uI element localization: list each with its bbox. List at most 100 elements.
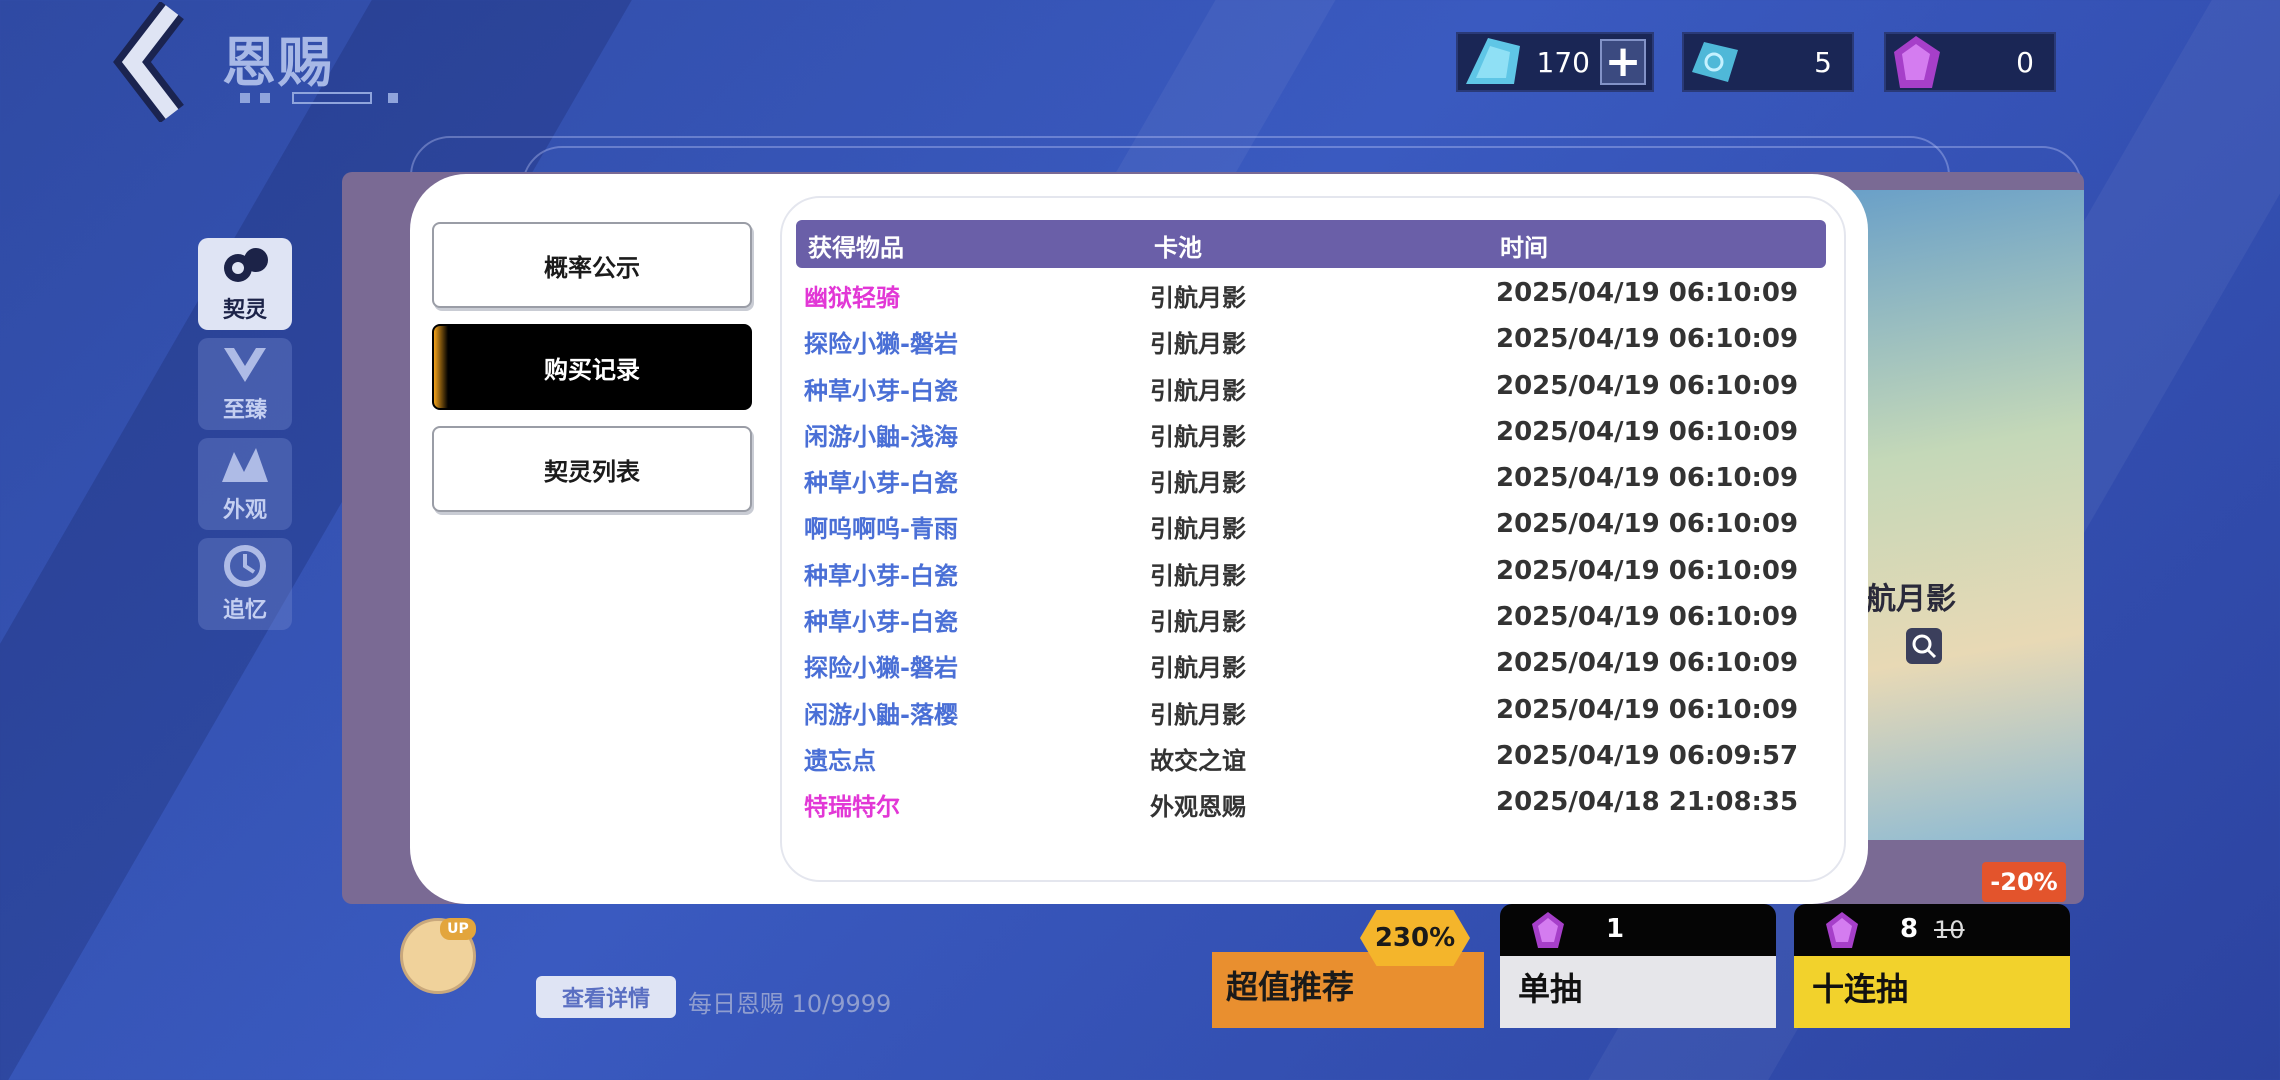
- row-time: 2025/04/19 06:10:09: [1496, 694, 1799, 725]
- row-item: 探险小獭-磐岩: [804, 654, 958, 683]
- row-item: 种草小芽-白瓷: [804, 561, 958, 590]
- blue-crystal-icon: [1458, 32, 1520, 92]
- category-tab-supreme[interactable]: 至臻: [198, 338, 292, 430]
- back-button[interactable]: [112, 0, 202, 124]
- currency-ticket-value: 5: [1814, 45, 1832, 79]
- table-row: 种草小芽-白瓷 引航月影 2025/04/19 06:10:09: [782, 592, 1844, 638]
- daily-gift-counter: 每日恩赐 10/9999: [688, 990, 892, 1018]
- row-pool: 引航月影: [1150, 515, 1246, 544]
- banner-art: [1850, 190, 2084, 840]
- title-decoration: [240, 90, 405, 108]
- row-pool: 故交之谊: [1150, 746, 1246, 775]
- row-pool: 引航月影: [1150, 700, 1246, 729]
- menu-purchase-history[interactable]: 购买记录: [432, 324, 752, 410]
- row-time: 2025/04/19 06:10:09: [1496, 463, 1799, 494]
- page-title: 恩赐: [222, 31, 334, 94]
- row-pool: 引航月影: [1150, 608, 1246, 637]
- recommend-label: 超值推荐: [1226, 968, 1355, 1006]
- contract-spirit-icon: [224, 248, 268, 282]
- currency-gem: 0: [1884, 32, 2056, 92]
- row-time: 2025/04/19 06:10:09: [1496, 555, 1799, 586]
- row-time: 2025/04/19 06:10:09: [1496, 416, 1799, 447]
- row-item: 啊呜啊呜-青雨: [804, 515, 958, 544]
- row-time: 2025/04/19 06:10:09: [1496, 602, 1799, 633]
- row-pool: 引航月影: [1150, 376, 1246, 405]
- category-tab-recollection[interactable]: 追忆: [198, 538, 292, 630]
- table-row: 种草小芽-白瓷 引航月影 2025/04/19 06:10:09: [782, 453, 1844, 499]
- category-label: 至臻: [222, 398, 267, 423]
- appearance-icon: [222, 448, 268, 482]
- ten-draw-label: 十连抽: [1812, 970, 1909, 1008]
- table-row: 种草小芽-白瓷 引航月影 2025/04/19 06:10:09: [782, 546, 1844, 592]
- menu-label: 购买记录: [544, 355, 640, 384]
- purple-gem-icon: [1826, 912, 1858, 948]
- search-button[interactable]: [1906, 628, 1942, 664]
- search-icon: [1912, 634, 1937, 659]
- currency-gem-value: 0: [2016, 45, 2034, 79]
- banner-text: 航月影: [1866, 582, 1956, 617]
- table-row: 遗忘点 故交之谊 2025/04/19 06:09:57: [782, 731, 1844, 777]
- table-row: 探险小獭-磐岩 引航月影 2025/04/19 06:10:09: [782, 314, 1844, 360]
- menu-probability[interactable]: 概率公示: [432, 222, 752, 308]
- row-time: 2025/04/19 06:10:09: [1496, 370, 1799, 401]
- row-pool: 引航月影: [1150, 561, 1246, 590]
- row-pool: 引航月影: [1150, 654, 1246, 683]
- category-tab-contract-spirit[interactable]: 契灵: [198, 238, 292, 330]
- table-header: 获得物品 卡池 时间: [796, 220, 1826, 268]
- table-row: 闲游小鼬-落樱 引航月影 2025/04/19 06:10:09: [782, 685, 1844, 731]
- category-label: 外观: [222, 498, 267, 523]
- purple-gem-icon: [1886, 32, 1948, 92]
- row-pool: 引航月影: [1150, 469, 1246, 498]
- ten-draw-button[interactable]: 8 10 十连抽: [1794, 904, 2070, 1028]
- menu-label: 概率公示: [544, 253, 640, 282]
- table-row: 探险小獭-磐岩 引航月影 2025/04/19 06:10:09: [782, 638, 1844, 684]
- row-time: 2025/04/19 06:10:09: [1496, 509, 1799, 540]
- row-time: 2025/04/19 06:09:57: [1496, 740, 1799, 771]
- ten-draw-original-cost: 10: [1934, 916, 1965, 944]
- row-pool: 外观恩赐: [1150, 793, 1246, 822]
- category-label: 契灵: [222, 298, 267, 323]
- up-badge: UP: [440, 918, 476, 940]
- category-tab-appearance[interactable]: 外观: [198, 438, 292, 530]
- discount-badge: -20%: [1982, 862, 2066, 902]
- row-item: 种草小芽-白瓷: [804, 376, 958, 405]
- table-row: 啊呜啊呜-青雨 引航月影 2025/04/19 06:10:09: [782, 499, 1844, 545]
- currency-ticket: 5: [1682, 32, 1854, 92]
- row-item: 闲游小鼬-落樱: [804, 700, 958, 729]
- recommend-badge: 230%: [1360, 910, 1470, 966]
- plus-icon: +: [1604, 36, 1642, 87]
- recollection-icon: [224, 545, 266, 587]
- ten-draw-cost: 8: [1900, 914, 1919, 944]
- table-body[interactable]: 幽狱轻骑 引航月影 2025/04/19 06:10:09 探险小獭-磐岩 引航月影 2…: [782, 268, 1844, 838]
- row-item: 种草小芽-白瓷: [804, 608, 958, 637]
- row-item: 幽狱轻骑: [804, 284, 900, 312]
- table-row: 闲游小鼬-浅海 引航月影 2025/04/19 06:10:09: [782, 407, 1844, 453]
- category-label: 追忆: [222, 598, 267, 623]
- add-currency-button[interactable]: +: [1600, 39, 1646, 85]
- single-draw-button[interactable]: 1 单抽: [1500, 904, 1776, 1028]
- history-table[interactable]: 获得物品 卡池 时间 幽狱轻骑 引航月影 2025/04/19 06:10:09 探…: [780, 196, 1846, 882]
- column-header-pool: 卡池: [1154, 234, 1202, 262]
- column-header-time: 时间: [1500, 234, 1548, 262]
- blue-ticket-icon: [1684, 32, 1746, 92]
- table-row: 幽狱轻骑 引航月影 2025/04/19 06:10:09: [782, 268, 1844, 314]
- row-item: 探险小獭-磐岩: [804, 330, 958, 359]
- view-details-button[interactable]: 查看详情: [536, 976, 676, 1018]
- row-pool: 引航月影: [1150, 330, 1246, 359]
- currency-crystal-value: 170: [1536, 45, 1590, 79]
- row-item: 遗忘点: [804, 746, 876, 775]
- row-item: 闲游小鼬-浅海: [804, 422, 958, 451]
- single-draw-cost: 1: [1606, 914, 1625, 944]
- row-pool: 引航月影: [1150, 284, 1246, 312]
- row-time: 2025/04/19 06:10:09: [1496, 648, 1799, 679]
- menu-spirit-list[interactable]: 契灵列表: [432, 426, 752, 512]
- supreme-icon: [224, 348, 266, 382]
- row-time: 2025/04/18 21:08:35: [1496, 787, 1799, 818]
- purple-gem-icon: [1532, 912, 1564, 948]
- row-time: 2025/04/19 06:10:09: [1496, 324, 1799, 355]
- menu-label: 契灵列表: [544, 457, 640, 486]
- row-item: 种草小芽-白瓷: [804, 469, 958, 498]
- single-draw-label: 单抽: [1518, 970, 1583, 1008]
- row-time: 2025/04/19 06:10:09: [1496, 278, 1799, 308]
- row-item: 特瑞特尔: [804, 793, 900, 822]
